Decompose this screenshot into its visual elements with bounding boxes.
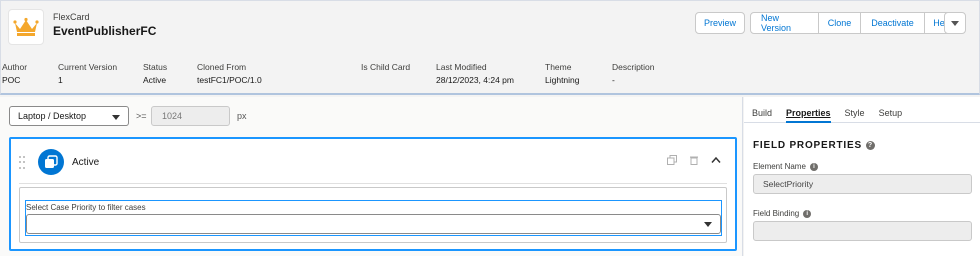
chevron-up-icon[interactable] [711, 156, 721, 164]
case-priority-select[interactable] [26, 214, 721, 234]
card-stack-icon [45, 155, 58, 168]
meta-label: Is Child Card [361, 62, 411, 72]
element-name-input[interactable]: SelectPriority [753, 174, 972, 194]
meta-value: testFC1/POC/1.0 [197, 75, 262, 85]
device-select[interactable]: Laptop / Desktop [9, 106, 129, 126]
crown-icon [13, 17, 39, 36]
meta-theme: Theme Lightning [545, 62, 580, 85]
meta-label: Current Version [58, 62, 118, 72]
new-version-button[interactable]: New Version [750, 12, 819, 34]
meta-label: Status [143, 62, 168, 72]
state-label: Active [72, 157, 100, 168]
meta-author: Author POC [2, 62, 27, 85]
device-select-value: Laptop / Desktop [18, 111, 87, 121]
chevron-down-icon [951, 20, 959, 26]
preview-button[interactable]: Preview [695, 12, 745, 34]
deactivate-button[interactable]: Deactivate [861, 12, 925, 34]
info-icon[interactable]: i [809, 162, 818, 171]
tab-build[interactable]: Build [752, 97, 772, 123]
flexcard-logo [8, 9, 44, 45]
clone-button[interactable]: Clone [819, 12, 861, 34]
tab-setup[interactable]: Setup [879, 97, 903, 123]
meta-value: POC [2, 75, 21, 85]
field-binding-input[interactable] [753, 221, 972, 241]
properties-panel: Build Properties Style Setup FIELD PROPE… [744, 97, 980, 256]
meta-cloned-from: Cloned From testFC1/POC/1.0 [197, 62, 262, 85]
meta-label: Theme [545, 62, 572, 72]
meta-last-modified: Last Modified 28/12/2023, 4:24 pm [436, 62, 514, 85]
meta-label: Description [612, 62, 655, 72]
meta-value: Active [143, 75, 167, 85]
chevron-down-icon [112, 115, 120, 120]
help-icon[interactable]: ? [865, 141, 875, 150]
block-container[interactable]: Select Case Priority to filter cases [19, 187, 727, 243]
meta-value: Lightning [545, 75, 580, 85]
meta-value: 1 [58, 75, 63, 85]
meta-description: Description - [612, 62, 655, 85]
state-icon [38, 149, 64, 175]
gte-symbol: >= [136, 111, 147, 121]
meta-label: Cloned From [197, 62, 247, 72]
select-element[interactable]: Select Case Priority to filter cases [25, 200, 722, 236]
panel-tabs: Build Properties Style Setup [744, 97, 980, 123]
more-actions-button[interactable] [944, 12, 966, 34]
delete-icon[interactable] [689, 155, 699, 165]
design-canvas: Laptop / Desktop >= 1024 px Active Selec… [0, 97, 743, 256]
field-binding-label-text: Field Binding [753, 209, 800, 218]
element-name-label-text: Element Name [753, 162, 806, 171]
record-header: FlexCard EventPublisherFC Preview New Ve… [0, 0, 980, 95]
tab-style[interactable]: Style [845, 97, 865, 123]
element-name-label: Element Name i [753, 162, 818, 171]
action-button-group: New Version Clone Deactivate Help [750, 12, 961, 34]
more-actions-group [944, 12, 966, 34]
object-type-label: FlexCard [53, 12, 90, 22]
viewport-width-input[interactable]: 1024 [151, 106, 230, 126]
field-binding-label: Field Binding i [753, 209, 812, 218]
meta-label: Author [2, 62, 28, 72]
panel-title: FIELD PROPERTIES ? [753, 140, 875, 151]
chevron-down-icon [704, 222, 712, 227]
select-field-label: Select Case Priority to filter cases [26, 203, 146, 212]
drag-handle-icon[interactable] [19, 156, 25, 170]
meta-value: 28/12/2023, 4:24 pm [436, 75, 514, 85]
flexcard-designer: FlexCard EventPublisherFC Preview New Ve… [0, 0, 980, 256]
meta-value: - [612, 75, 615, 85]
info-icon[interactable]: i [803, 209, 812, 218]
preview-button-group: Preview [695, 12, 745, 34]
meta-label: Last Modified [436, 62, 487, 72]
panel-title-text: FIELD PROPERTIES [753, 140, 862, 151]
state-block[interactable]: Active Select Case Priority to filter ca… [9, 137, 737, 251]
meta-is-child-card: Is Child Card [361, 62, 410, 75]
copy-icon[interactable] [667, 155, 677, 165]
state-divider [19, 183, 727, 184]
unit-label: px [237, 111, 247, 121]
state-toolbar [667, 155, 721, 165]
meta-status: Status Active [143, 62, 167, 85]
meta-current-version: Current Version 1 [58, 62, 117, 85]
tab-properties[interactable]: Properties [786, 97, 831, 123]
card-title: EventPublisherFC [53, 24, 157, 38]
